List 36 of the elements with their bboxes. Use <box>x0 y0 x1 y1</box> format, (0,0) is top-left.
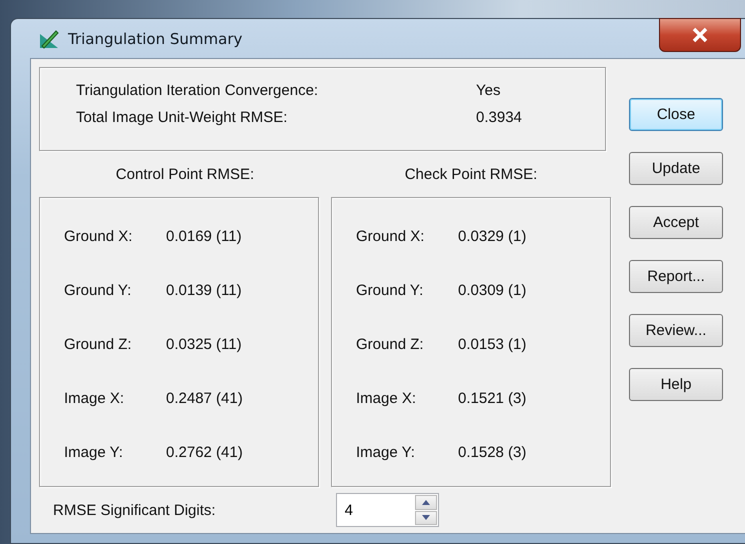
rmse-value: 0.0139 (11) <box>166 282 243 301</box>
summary-value: 0.3934 <box>476 109 523 126</box>
rmse-value: 0.0309 (1) <box>458 282 528 301</box>
dialog-button[interactable]: Close <box>629 98 723 131</box>
dialog-button[interactable]: Accept <box>629 206 723 239</box>
rmse-label: Ground Z: <box>64 336 133 355</box>
pen-icon <box>38 28 60 50</box>
close-icon[interactable] <box>659 18 741 52</box>
summary-label: Triangulation Iteration Convergence: <box>76 82 320 99</box>
rmse-label: Image X: <box>64 390 126 409</box>
summary-label: Total Image Unit-Weight RMSE: <box>76 109 288 126</box>
window-title: Triangulation Summary <box>68 30 242 48</box>
summary-value: Yes <box>476 82 502 99</box>
rmse-value: 0.0329 (1) <box>458 228 528 247</box>
dialog-button[interactable]: Help <box>629 368 723 401</box>
rmse-label: Ground Z: <box>356 336 425 355</box>
rmse-value: 0.0153 (1) <box>458 336 528 355</box>
rmse-label: Image Y: <box>64 444 124 463</box>
rmse-label: Image X: <box>356 390 418 409</box>
dialog-button[interactable]: Review... <box>629 314 723 347</box>
rmse-label: Image Y: <box>356 444 416 463</box>
rmse-label: Ground Y: <box>356 282 424 301</box>
rmse-value: 0.2487 (41) <box>166 390 244 409</box>
dialog-button[interactable]: Report... <box>629 260 723 293</box>
rmse-label: Ground X: <box>64 228 134 247</box>
panel-heading: Control Point RMSE: <box>114 166 256 182</box>
rmse-value: 0.0169 (11) <box>166 228 243 247</box>
dialog-button[interactable]: Update <box>629 152 723 185</box>
rmse-label: Ground Y: <box>64 282 132 301</box>
rmse-label: Ground X: <box>356 228 426 247</box>
panel-heading: Check Point RMSE: <box>404 166 538 182</box>
rmse-value: 0.0325 (11) <box>166 336 243 355</box>
rmse-value: 0.2762 (41) <box>166 444 244 463</box>
digits-label: RMSE Significant Digits: <box>53 502 216 518</box>
rmse-value: 0.1528 (3) <box>458 444 528 463</box>
rmse-value: 0.1521 (3) <box>458 390 528 409</box>
